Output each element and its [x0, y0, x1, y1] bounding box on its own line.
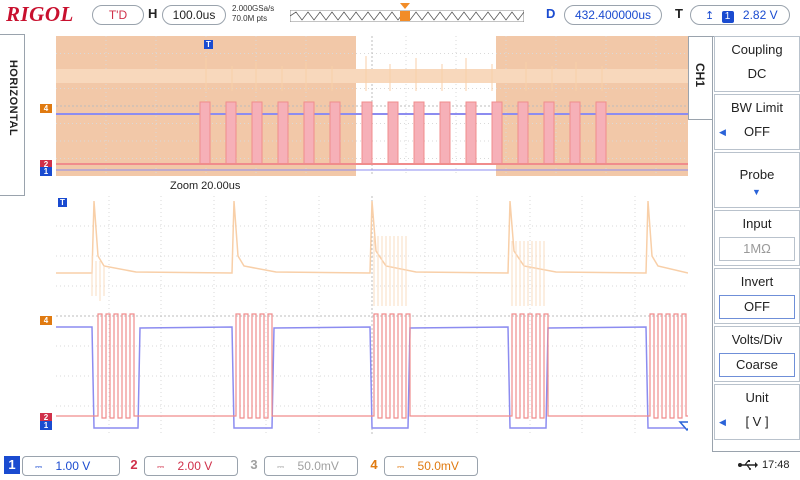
ch4-offset-marker[interactable]: 4: [40, 104, 52, 113]
volts-div-value: Coarse: [719, 353, 795, 377]
bw-limit-value: OFF: [744, 124, 770, 139]
sample-rate: 2.000GSa/s: [232, 4, 275, 13]
sample-rate-info: 2.000GSa/s 70.0M pts: [232, 4, 274, 24]
volts-div-menu-item[interactable]: Volts/Div Coarse: [714, 326, 800, 382]
run-status-badge[interactable]: T'D: [92, 5, 144, 25]
ch4-scale-value: 50.0mV: [417, 459, 459, 473]
ch3-button[interactable]: 3: [246, 456, 262, 474]
ch3-scale-value: 50.0mV: [297, 459, 339, 473]
trigger-source-badge: 1: [721, 11, 734, 23]
ch2-button[interactable]: 2: [126, 456, 142, 474]
coupling-menu-item[interactable]: Coupling DC: [714, 36, 800, 92]
coupling-value: DC: [747, 66, 767, 81]
trigger-label: T: [675, 6, 683, 21]
ch4-button[interactable]: 4: [366, 456, 382, 474]
invert-menu-item[interactable]: Invert OFF: [714, 268, 800, 324]
unit-title: Unit: [745, 390, 769, 405]
input-impedance-value: 1MΩ: [719, 237, 795, 261]
volts-div-title: Volts/Div: [731, 332, 783, 347]
horizontal-menu-label: HORIZONTAL: [7, 59, 19, 137]
trigger-settings[interactable]: ↥ 1 2.82 V: [690, 5, 790, 25]
dc-coupling-icon: ⎓: [35, 462, 43, 472]
probe-menu-item[interactable]: Probe ▼: [714, 152, 800, 208]
zoom-trigger-marker: T: [58, 198, 67, 207]
ch2-scale[interactable]: ⎓ 2.00 V: [144, 456, 238, 476]
input-menu-item[interactable]: Input 1MΩ: [714, 210, 800, 266]
bw-limit-title: BW Limit: [731, 100, 783, 115]
zoom-ch1-offset-marker[interactable]: 1: [40, 421, 52, 430]
probe-title: Probe: [739, 167, 775, 182]
unit-value: [ V ]: [745, 414, 769, 429]
system-clock: 17:48: [762, 459, 790, 471]
overview-waveform-area[interactable]: [56, 36, 688, 176]
ch2-scale-value: 2.00 V: [177, 459, 213, 473]
dc-coupling-icon: ⎓: [157, 462, 165, 472]
zoom-ch4-offset-marker[interactable]: 4: [40, 316, 52, 325]
ch1-button[interactable]: 1: [4, 456, 20, 474]
unit-menu-item[interactable]: Unit ◀ [ V ]: [714, 384, 800, 440]
memory-depth: 70.0M pts: [232, 14, 268, 23]
zoom-timebase-label: Zoom 20.00us: [170, 180, 241, 192]
ch4-scale[interactable]: ⎓ 50.0mV: [384, 456, 478, 476]
memory-position-bar[interactable]: [290, 10, 524, 22]
ch1-scale-value: 1.00 V: [55, 459, 91, 473]
bw-limit-menu-item[interactable]: BW Limit ◀ OFF: [714, 94, 800, 150]
trigger-level: 2.82 V: [742, 8, 778, 22]
trigger-position-icon: [400, 3, 410, 9]
horizontal-label: H: [148, 6, 158, 21]
trigger-marker: T: [204, 40, 213, 49]
zoom-waveform-area[interactable]: [56, 196, 688, 436]
delay-label: D: [546, 6, 556, 21]
usb-icon: [738, 460, 758, 470]
invert-value: OFF: [719, 295, 795, 319]
ch1-offset-marker[interactable]: 1: [40, 167, 52, 176]
chevron-down-icon: ▼: [752, 187, 761, 197]
timebase-value[interactable]: 100.0us: [162, 5, 226, 25]
ch1-menu-label: CH1: [693, 62, 707, 87]
rising-edge-icon: ↥: [705, 10, 715, 22]
ch1-scale[interactable]: ⎓ 1.00 V: [22, 456, 120, 476]
input-title: Input: [742, 216, 772, 231]
ch3-scale[interactable]: ⎓ 50.0mV: [264, 456, 358, 476]
invert-title: Invert: [740, 274, 774, 289]
coupling-title: Coupling: [731, 42, 783, 57]
delay-value[interactable]: 432.400000us: [564, 5, 662, 25]
dc-coupling-icon: ⎓: [277, 462, 285, 472]
dc-coupling-icon: ⎓: [397, 462, 405, 472]
